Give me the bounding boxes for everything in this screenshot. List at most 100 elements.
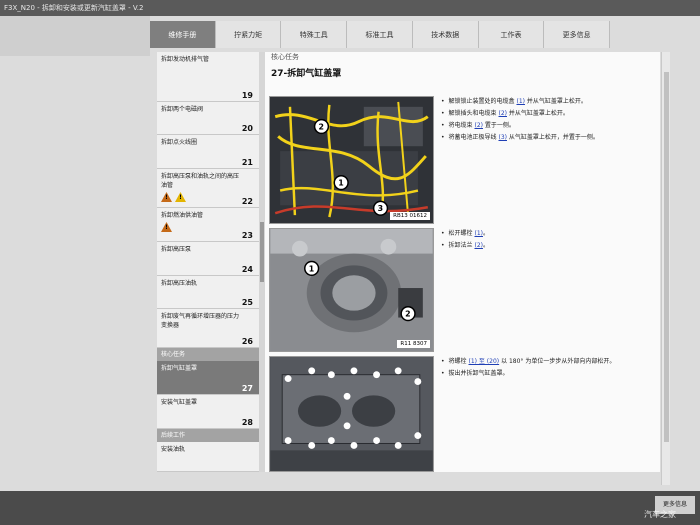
content-scrollbar[interactable] [661, 52, 670, 485]
sidebar-item[interactable]: 拆卸废气再循环增压器的压力变换器 26 [157, 309, 259, 348]
cut-heading: 核心任务 [271, 53, 299, 61]
tab-bar: 维修手册 拧紧力矩 特殊工具 标准工具 技术数据 工作表 更多信息 [150, 21, 611, 48]
part-reference-link[interactable]: (1) 至 (20) [468, 358, 499, 365]
sidebar-item[interactable]: 拆卸点火线圈 21 [157, 135, 259, 169]
scroll-thumb[interactable] [260, 222, 264, 282]
sidebar-item[interactable]: 安装油轨 [157, 442, 259, 472]
step-text: 解锁插头和电缆束 [448, 110, 497, 117]
step-item: 将蓄电池正极导线 (3) 从气缸盖罩上松开，并置于一侧。 [441, 132, 599, 144]
tab-repair-manual[interactable]: 维修手册 [150, 21, 216, 48]
svg-text:2: 2 [319, 122, 324, 131]
sidebar-item-label: 拆卸高压泵和油轨之间的高压油管 [161, 173, 240, 189]
sidebar-item[interactable]: 拆卸燃油供油管 ! 23 [157, 208, 259, 242]
step-item: 松开螺栓 (1)。 [441, 228, 489, 240]
image-reference: R11 8307 [397, 340, 430, 348]
sidebar-item[interactable]: 拆卸高压油轨 25 [157, 276, 259, 309]
svg-text:2: 2 [405, 310, 410, 319]
flange-photo: 1 2 R11 8307 [269, 228, 434, 352]
part-reference-link[interactable]: (2) [474, 242, 483, 249]
sidebar-item[interactable]: 拆卸高压泵 24 [157, 242, 259, 276]
sidebar-item-current[interactable]: 拆卸气缸盖罩 27 [157, 361, 259, 395]
step-list: 松开螺栓 (1)。 拆卸法兰 (2)。 [441, 228, 489, 252]
step-item: 解锁插头和电缆束 (2) 并从气缸盖罩上松开。 [441, 108, 599, 120]
sidebar-item-number: 19 [241, 91, 253, 100]
step-text: 以 180° 为单位一步步从外部向内部松开。 [501, 358, 616, 365]
step-text: 并从气缸盖罩上松开。 [508, 110, 569, 117]
window-title: F3X_N20 - 拆卸和安装或更新汽缸盖罩 - V.2 [0, 0, 700, 16]
sidebar-item-label: 安装油轨 [161, 446, 186, 453]
page-title: 27-拆卸气缸盖罩 [271, 69, 342, 79]
warning-icon: ! [161, 222, 172, 232]
tab-tech-data[interactable]: 技术数据 [412, 21, 479, 48]
sidebar-item-label: 拆卸发动机排气管 [161, 56, 210, 63]
step-item: 将电缆束 (2) 置于一侧。 [441, 120, 599, 132]
part-reference-link[interactable]: (2) [474, 122, 483, 129]
step-text: 。 [482, 230, 489, 237]
sidebar-item-number: 23 [241, 231, 253, 240]
sidebar-item-label: 拆卸两个电磁阀 [161, 106, 204, 113]
svg-text:1: 1 [338, 179, 343, 188]
svg-text:1: 1 [309, 264, 314, 273]
step-text: 拔出并拆卸气缸盖罩。 [448, 370, 509, 377]
sidebar-item-number: 24 [241, 265, 253, 274]
instruction-panel: 核心任务 27-拆卸气缸盖罩 2 1 3 RB13 01612 • 解锁锁止装置… [265, 52, 660, 472]
sidebar-item-number: 27 [241, 384, 253, 393]
sidebar-item[interactable]: 拆卸两个电磁阀 20 [157, 102, 259, 135]
step-list: 解锁锁止装置处的电缆盒 (1) 并从气缸盖罩上松开。 解锁插头和电缆束 (2) … [441, 96, 599, 144]
cylinder-head-cover-photo [269, 356, 434, 472]
step-list: 将螺栓 (1) 至 (20) 以 180° 为单位一步步从外部向内部松开。 拔出… [441, 356, 616, 380]
sidebar-item-label: 拆卸高压油轨 [161, 280, 198, 287]
step-text: 置于一侧。 [484, 122, 515, 129]
section-header-core: 核心任务 [157, 348, 259, 361]
step-text: 将电缆束 [448, 122, 473, 129]
sidebar-item-label: 安装气缸盖罩 [161, 399, 198, 406]
step-text: 将蓄电池正极导线 [448, 134, 497, 141]
flange-illustration: 1 2 [270, 229, 433, 351]
sidebar-item[interactable]: 拆卸发动机排气管 19 [157, 52, 259, 102]
sidebar-item-label: 拆卸气缸盖罩 [161, 365, 198, 372]
step-sidebar: 拆卸发动机排气管 19 拆卸两个电磁阀 20 拆卸点火线圈 21 拆卸高压泵和油… [157, 52, 259, 472]
tab-worksheet[interactable]: 工作表 [478, 21, 545, 48]
sidebar-item-number: 21 [241, 158, 253, 167]
step-text: 。 [482, 242, 489, 249]
part-reference-link[interactable]: (1) [474, 230, 483, 237]
step-text: 并从气缸盖罩上松开。 [526, 98, 587, 105]
warning-icon: ! [161, 192, 172, 202]
sidebar-item[interactable]: 拆卸高压泵和油轨之间的高压油管 ! ! 22 [157, 169, 259, 208]
sidebar-item-number: 22 [241, 197, 253, 206]
part-reference-link[interactable]: (2) [498, 110, 507, 117]
app-screen: 维修手册 拧紧力矩 特殊工具 标准工具 技术数据 工作表 更多信息 拆卸发动机排… [0, 16, 700, 491]
sidebar-item-label: 拆卸高压泵 [161, 246, 192, 253]
sidebar-item-number: 20 [241, 124, 253, 133]
section-header-followup: 后续工作 [157, 429, 259, 442]
step-item: 解锁锁止装置处的电缆盒 (1) 并从气缸盖罩上松开。 [441, 96, 599, 108]
watermark: 汽车之家 [644, 510, 676, 519]
tab-torque[interactable]: 拧紧力矩 [215, 21, 282, 48]
part-reference-link[interactable]: (3) [498, 134, 507, 141]
engine-wiring-illustration: 2 1 3 [270, 97, 433, 223]
step-item: 拆卸法兰 (2)。 [441, 240, 489, 252]
sidebar-item[interactable]: 安装气缸盖罩 28 [157, 395, 259, 429]
step-item: 拔出并拆卸气缸盖罩。 [441, 368, 615, 380]
svg-text:3: 3 [378, 204, 383, 213]
cylinder-head-cover-illustration [270, 357, 433, 471]
sidebar-item-label: 拆卸废气再循环增压器的压力变换器 [161, 313, 240, 329]
part-reference-link[interactable]: (1) [516, 98, 525, 105]
warning-icon: ! [175, 192, 186, 202]
engine-wiring-photo: 2 1 3 RB13 01612 [269, 96, 434, 224]
bottom-bar: 更多信息 [0, 491, 700, 525]
sidebar-item-number: 28 [241, 418, 253, 427]
sidebar-item-label: 拆卸点火线圈 [161, 139, 198, 146]
scroll-thumb[interactable] [664, 72, 669, 442]
tab-more-info[interactable]: 更多信息 [544, 21, 611, 48]
step-text: 从气缸盖罩上松开，并置于一侧。 [508, 134, 599, 141]
tab-standard-tools[interactable]: 标准工具 [347, 21, 413, 48]
sidebar-item-number: 25 [241, 298, 253, 307]
step-text: 将螺栓 [448, 358, 467, 365]
image-reference: RB13 01612 [390, 212, 430, 220]
header-block [0, 16, 150, 56]
sidebar-item-number: 26 [241, 337, 253, 346]
step-text: 松开螺栓 [448, 230, 473, 237]
sidebar-item-label: 拆卸燃油供油管 [161, 212, 204, 219]
tab-special-tools[interactable]: 特殊工具 [281, 21, 348, 48]
